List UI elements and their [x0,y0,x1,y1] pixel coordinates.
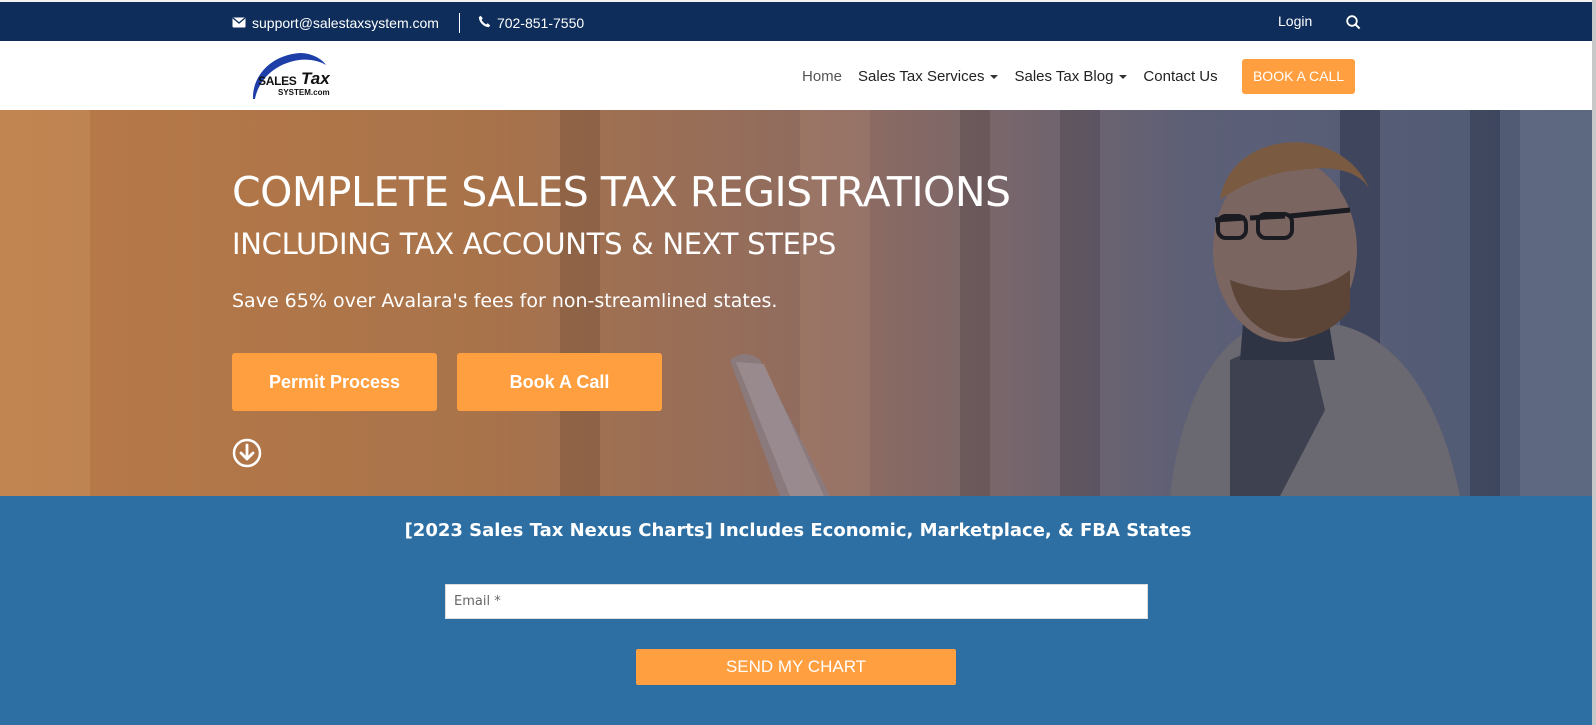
hero-subtitle: INCLUDING TAX ACCOUNTS & NEXT STEPS [232,227,836,261]
site-logo[interactable]: SALES Tax SYSTEM.com [250,49,340,101]
phone-icon [478,15,491,31]
book-a-call-button[interactable]: BOOK A CALL [1242,59,1355,94]
arrow-down-circle-icon[interactable] [232,438,262,473]
contact-info: support@salestaxsystem.com 702-851-7550 [232,13,584,33]
login-link[interactable]: Login [1278,13,1312,29]
nav-contact-us[interactable]: Contact Us [1143,68,1217,85]
caret-down-icon [1119,74,1128,79]
top-bar: support@salestaxsystem.com 702-851-7550 … [0,0,1596,41]
nav-sales-tax-services[interactable]: Sales Tax Services [858,68,999,85]
hero-title: COMPLETE SALES TAX REGISTRATIONS [232,168,1011,216]
nav-home[interactable]: Home [802,68,842,85]
main-nav: Home Sales Tax Services Sales Tax Blog C… [802,68,1234,85]
logo-word-tax: Tax [301,69,330,88]
person-illustration [1170,142,1460,496]
bg-shape [1520,110,1596,496]
book-a-call-hero-button[interactable]: Book A Call [457,353,662,411]
site-header: SALES Tax SYSTEM.com Home Sales Tax Serv… [0,41,1596,110]
permit-process-button[interactable]: Permit Process [232,353,437,411]
bg-shape [0,110,90,496]
hero-section: COMPLETE SALES TAX REGISTRATIONS INCLUDI… [0,110,1596,496]
nexus-chart-signup: [2023 Sales Tax Nexus Charts] Includes E… [0,496,1596,725]
nav-home-label: Home [802,68,843,85]
hero-tagline: Save 65% over Avalara's fees for non-str… [232,290,778,312]
nav-contact-label: Contact Us [1143,68,1218,85]
signup-heading: [2023 Sales Tax Nexus Charts] Includes E… [404,520,1192,541]
logo-word-sales: SALES [258,74,297,88]
nav-sales-tax-blog[interactable]: Sales Tax Blog [1014,68,1128,85]
email-link[interactable]: support@salestaxsystem.com [252,15,439,31]
envelope-icon [232,15,246,31]
nav-blog-label: Sales Tax Blog [1014,68,1114,85]
laptop-illustration [730,354,830,496]
logo-word-system: SYSTEM.com [278,88,330,97]
send-my-chart-button[interactable]: SEND MY CHART [636,649,956,685]
email-field[interactable] [445,584,1148,619]
nav-services-label: Sales Tax Services [858,68,985,85]
caret-down-icon [990,74,999,79]
search-icon[interactable] [1346,15,1361,35]
phone-link[interactable]: 702-851-7550 [497,15,584,31]
divider [458,13,460,33]
scrollbar[interactable] [1592,0,1596,725]
